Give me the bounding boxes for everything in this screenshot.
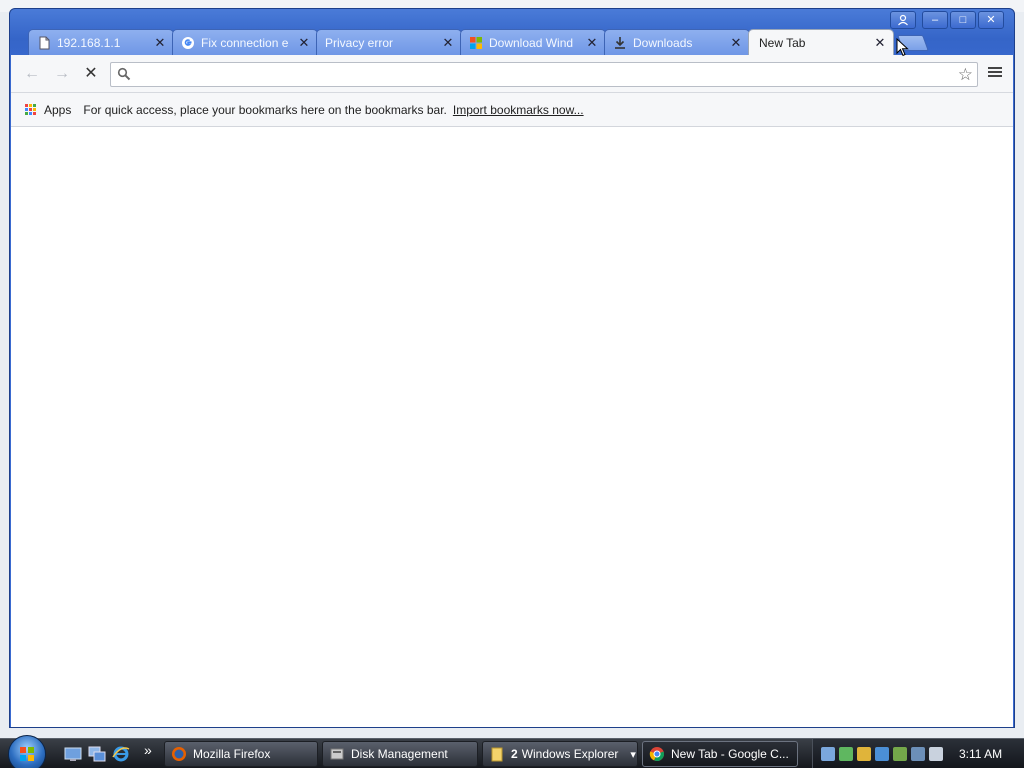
network-icon[interactable] [821, 747, 835, 761]
disk-management-icon [330, 748, 344, 760]
taskbar-item-label: Disk Management [351, 747, 448, 761]
taskbar-item-label: Mozilla Firefox [193, 747, 271, 761]
taskbar-item-windows-explorer[interactable]: 2 Windows Explorer ▾ [482, 741, 638, 767]
show-desktop-icon[interactable] [64, 745, 82, 763]
taskbar-item-chrome[interactable]: New Tab - Google C... [642, 741, 798, 767]
chrome-icon [649, 747, 664, 761]
forward-button[interactable]: → [51, 64, 73, 84]
tab-strip: 192.168.1.1 ✕ Fix connection e ✕ Privacy… [20, 27, 960, 55]
display-icon[interactable] [911, 747, 925, 761]
back-button[interactable]: ← [21, 64, 43, 84]
apps-icon[interactable] [25, 103, 37, 116]
chrome-menu-button[interactable] [987, 65, 1003, 81]
start-button[interactable] [8, 735, 46, 768]
tab-privacy-error[interactable]: Privacy error ✕ [316, 29, 462, 55]
tab-new-tab[interactable]: New Tab ✕ [748, 29, 894, 55]
tab-title: 192.168.1.1 [57, 35, 121, 50]
close-window-button[interactable]: ✕ [978, 11, 1004, 29]
windows-logo-icon [20, 747, 34, 761]
page-icon [39, 36, 50, 49]
tab-close-button[interactable]: ✕ [873, 35, 887, 51]
tab-title: Privacy error [325, 35, 394, 50]
windows-icon [470, 36, 482, 49]
menu-bar [988, 75, 1002, 77]
import-bookmarks-link[interactable]: Import bookmarks now... [453, 103, 584, 117]
download-icon [615, 36, 625, 49]
menu-bar [988, 67, 1002, 69]
tab-fix-connection[interactable]: Fix connection e ✕ [172, 29, 318, 55]
menu-bar [988, 71, 1002, 73]
address-input[interactable] [137, 65, 937, 84]
switch-windows-icon[interactable] [88, 745, 106, 763]
bookmarks-hint-text: For quick access, place your bookmarks h… [83, 102, 447, 117]
tab-192-168-1-1[interactable]: 192.168.1.1 ✕ [28, 29, 174, 55]
bookmarks-bar: Apps For quick access, place your bookma… [11, 93, 1013, 127]
tab-close-button[interactable]: ✕ [729, 35, 743, 51]
tab-close-button[interactable]: ✕ [153, 35, 167, 51]
page-content[interactable] [11, 127, 1013, 727]
chevron-down-icon[interactable]: ▾ [630, 748, 636, 761]
system-tray: 3:11 AM [812, 739, 1024, 768]
clock[interactable]: 3:11 AM [959, 747, 1002, 761]
tab-downloads[interactable]: Downloads ✕ [604, 29, 750, 55]
chrome-window: – □ ✕ 192.168.1.1 ✕ Fix connection e ✕ P… [9, 8, 1015, 728]
taskbar-item-disk-management[interactable]: Disk Management [322, 741, 478, 767]
tab-close-button[interactable]: ✕ [441, 35, 455, 51]
toolbar: ← → ✕ ☆ [11, 55, 1013, 93]
shield-icon[interactable] [857, 747, 871, 761]
tab-title: Download Wind [489, 35, 574, 50]
internet-explorer-icon[interactable] [112, 745, 130, 763]
person-icon [898, 14, 908, 26]
tab-title: New Tab [759, 35, 806, 50]
taskbar-item-label: New Tab - Google C... [671, 747, 789, 761]
tab-title: Downloads [633, 35, 693, 50]
tab-title: Fix connection e [201, 35, 289, 50]
volume-muted-icon[interactable] [929, 747, 943, 761]
update-icon[interactable] [893, 747, 907, 761]
stop-button[interactable]: ✕ [80, 64, 102, 84]
quick-launch-overflow[interactable]: » [144, 742, 152, 758]
tab-download-windows[interactable]: Download Wind ✕ [460, 29, 606, 55]
taskbar: » Mozilla Firefox Disk Management 2 Wind… [0, 735, 1024, 768]
window-count: 2 [511, 747, 518, 761]
apps-shortcut[interactable]: Apps [44, 103, 71, 117]
sync-icon[interactable] [839, 747, 853, 761]
google-icon [182, 36, 194, 49]
mouse-cursor-icon [896, 38, 909, 57]
tab-close-button[interactable]: ✕ [585, 35, 599, 51]
folder-icon [491, 747, 503, 762]
firefox-icon [172, 747, 186, 761]
taskbar-item-firefox[interactable]: Mozilla Firefox [164, 741, 318, 767]
tab-close-button[interactable]: ✕ [297, 35, 311, 51]
omnibox[interactable]: ☆ [110, 62, 978, 87]
taskbar-item-label: Windows Explorer [521, 747, 619, 761]
bookmark-star-icon[interactable]: ☆ [958, 65, 973, 85]
search-icon [117, 67, 131, 81]
safely-remove-icon[interactable] [875, 747, 889, 761]
